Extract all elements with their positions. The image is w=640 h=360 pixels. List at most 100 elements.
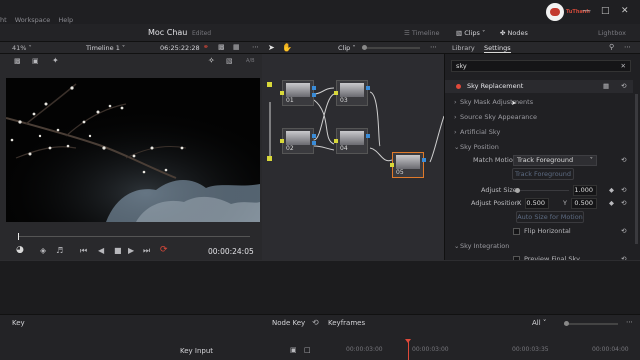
node-output[interactable] (312, 93, 316, 97)
pointer-tool-icon[interactable]: ➤ (268, 43, 275, 52)
layers-icon[interactable]: ◈ (40, 246, 46, 255)
position-y-value[interactable]: 0.500 (571, 198, 597, 209)
adjust-size-slider[interactable] (515, 188, 569, 193)
timeline-toggle[interactable]: ☰ Timeline (404, 29, 440, 37)
keyframe-zoom-slider[interactable] (564, 321, 618, 326)
layout-icon[interactable]: ▩ (218, 43, 225, 51)
more-options-icon[interactable]: ⋯ (430, 43, 437, 51)
color-picker-icon[interactable]: ◕ (16, 245, 24, 255)
track-foreground-button[interactable]: Track Foreground (512, 168, 574, 180)
ab-icon[interactable]: A/B (246, 58, 255, 64)
play-icon[interactable]: ▶ (128, 246, 134, 255)
match-motion-dropdown[interactable]: Track Foreground ˅ (513, 155, 597, 166)
tab-settings[interactable]: Settings (484, 44, 511, 53)
node-04[interactable]: 04 (334, 128, 370, 154)
reset-icon[interactable]: ⟲ (621, 184, 626, 197)
node-zoom-slider[interactable] (362, 45, 420, 50)
tab-library[interactable]: Library (452, 44, 475, 52)
clips-toggle[interactable]: ▧ Clips ˅ (456, 29, 485, 37)
lightbox-toggle[interactable]: Lightbox (598, 29, 626, 37)
view-toggle-icon[interactable]: ▣ (32, 57, 39, 65)
slider-thumb[interactable] (564, 321, 569, 326)
slider-thumb[interactable] (515, 188, 520, 193)
more-options-icon[interactable]: ⋯ (626, 318, 633, 326)
zoom-dropdown[interactable]: 41% ˅ (12, 44, 32, 52)
node-01[interactable]: 01 (280, 80, 316, 106)
node-output[interactable] (366, 86, 370, 90)
node-input[interactable] (390, 163, 394, 167)
node-02[interactable]: 02 (280, 128, 316, 154)
keyframe-diamond-icon[interactable]: ◆ (609, 197, 614, 210)
node-editor[interactable]: 01 03 02 04 05 (262, 54, 444, 260)
position-x-value[interactable]: 0.500 (525, 198, 549, 209)
section-sky-integration[interactable]: ⌄ Sky Integration (445, 240, 633, 253)
node-input[interactable] (280, 91, 284, 95)
maximize-icon[interactable]: □ (601, 6, 610, 16)
menu-item[interactable]: Help (58, 16, 73, 24)
graph-input-icon[interactable] (267, 82, 272, 87)
clear-search-icon[interactable]: ✕ (621, 62, 626, 70)
highlight-icon[interactable]: ✧ (208, 56, 215, 65)
node-output[interactable] (312, 86, 316, 90)
scrub-bar[interactable] (18, 233, 250, 240)
panel-scrollbar[interactable] (635, 94, 638, 244)
node-output[interactable] (422, 158, 426, 162)
timeline-select[interactable]: Timeline 1 ˅ (86, 44, 125, 52)
adjust-size-value[interactable]: 1.000 (573, 185, 597, 196)
viewer-mode-icon[interactable]: ▩ (14, 57, 21, 65)
skip-to-start-icon[interactable]: ⏮ (80, 246, 87, 256)
nodes-toggle[interactable]: ✤ Nodes (500, 29, 528, 37)
node-05-selected[interactable]: 05 (390, 152, 426, 178)
reset-icon[interactable]: ⟲ (312, 318, 319, 327)
delete-icon[interactable]: ▦ (603, 80, 609, 93)
reset-icon[interactable]: ⟲ (621, 225, 626, 238)
clip-mode-select[interactable]: Clip ˅ (338, 44, 356, 52)
node-output[interactable] (312, 134, 316, 138)
search-icon[interactable]: ⚲ (609, 43, 614, 51)
playhead[interactable] (18, 233, 19, 240)
section-sky-position[interactable]: ⌄ Sky Position (445, 141, 633, 154)
skip-to-end-icon[interactable]: ⏭ (143, 246, 150, 256)
magic-wand-icon[interactable]: ✦ (52, 56, 59, 65)
keyframe-diamond-icon[interactable]: ◆ (609, 184, 614, 197)
video-frame-image (6, 78, 260, 222)
reset-icon[interactable]: ⟲ (621, 80, 626, 93)
keyframe-playhead[interactable] (405, 339, 411, 360)
hand-tool-icon[interactable]: ✋ (282, 43, 292, 52)
reset-icon[interactable]: ⟲ (621, 154, 626, 167)
close-icon[interactable]: ✕ (621, 6, 629, 16)
node-output[interactable] (312, 141, 316, 145)
effect-enable-icon[interactable] (456, 84, 461, 89)
node-output[interactable] (366, 134, 370, 138)
menu-item[interactable]: ht (0, 16, 7, 24)
node-input[interactable] (280, 139, 284, 143)
menu-item[interactable]: Workspace (15, 16, 51, 24)
audio-icon[interactable]: ♬ (56, 246, 63, 255)
bypass-icon[interactable]: ⚭ (203, 43, 209, 51)
node-input[interactable] (334, 139, 338, 143)
flip-horizontal-checkbox[interactable] (513, 228, 520, 235)
slider-thumb[interactable] (362, 45, 367, 50)
reverse-play-icon[interactable]: ◀ (98, 246, 104, 255)
auto-size-for-motion-button[interactable]: Auto Size for Motion (516, 211, 584, 223)
section-sky-mask-adjustments[interactable]: › Sky Mask Adjustments ➤ (445, 96, 633, 109)
effect-header[interactable]: Sky Replacement ▦ ⟲ (445, 80, 633, 93)
more-options-icon[interactable]: ⋯ (252, 43, 259, 51)
keyframe-nav-icon[interactable]: ▣ (290, 346, 297, 354)
graph-input-icon[interactable] (267, 156, 272, 161)
loop-icon[interactable]: ⟳ (160, 245, 168, 255)
minimize-icon[interactable]: — (582, 6, 591, 16)
reset-icon[interactable]: ⟲ (621, 197, 626, 210)
keyframe-filter-dropdown[interactable]: All ˅ (532, 319, 546, 327)
node-input[interactable] (334, 91, 338, 95)
section-source-sky-appearance[interactable]: › Source Sky Appearance (445, 111, 633, 124)
video-viewer[interactable] (6, 78, 260, 222)
stop-icon[interactable]: ■ (114, 246, 122, 255)
fullscreen-icon[interactable]: ▦ (233, 43, 240, 51)
compare-icon[interactable]: ▧ (226, 57, 233, 65)
node-03[interactable]: 03 (334, 80, 370, 106)
more-options-icon[interactable]: ⋯ (624, 43, 631, 51)
effects-search-input[interactable]: sky ✕ (451, 60, 631, 72)
section-artificial-sky[interactable]: › Artificial Sky (445, 126, 633, 139)
keyframe-add-icon[interactable]: □ (304, 346, 311, 354)
